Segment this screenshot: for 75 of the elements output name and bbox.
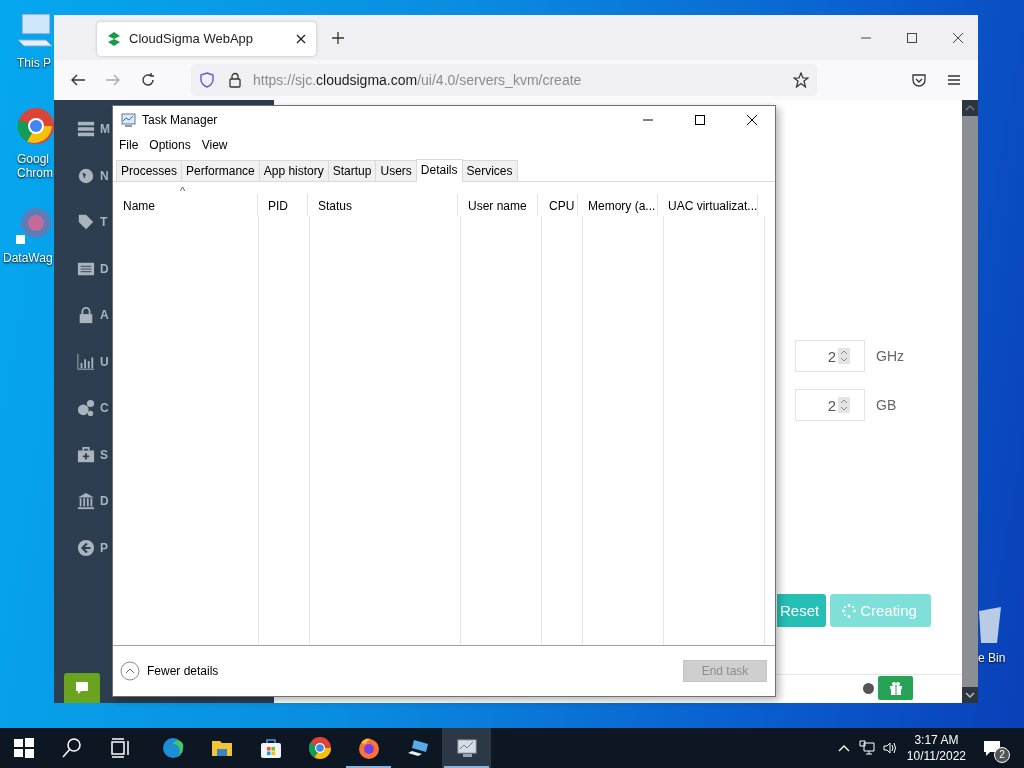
notification-badge: 2 — [994, 747, 1010, 763]
close-icon[interactable] — [952, 31, 964, 44]
scroll-down-icon[interactable] — [962, 687, 978, 703]
close-icon[interactable] — [746, 114, 758, 126]
pocket-icon[interactable] — [911, 72, 927, 88]
medkit-icon[interactable] — [77, 445, 95, 464]
desktop-icon-label[interactable]: e Bin — [978, 651, 1006, 665]
new-tab-icon[interactable] — [331, 30, 345, 45]
back-icon[interactable] — [77, 538, 95, 557]
monitor-chart-icon — [120, 112, 136, 128]
shield-icon — [199, 72, 215, 88]
window-title: Task Manager — [142, 113, 218, 127]
lock-icon[interactable] — [77, 306, 95, 325]
sidebar-item[interactable]: C — [100, 401, 109, 416]
sidebar-item[interactable]: A — [100, 308, 109, 323]
network-icon[interactable] — [858, 740, 875, 756]
spinner-arrows-icon[interactable] — [838, 348, 850, 364]
column-header[interactable]: Status — [308, 194, 458, 216]
maximize-icon[interactable] — [906, 31, 918, 44]
address-bar[interactable]: https://sjc.cloudsigma.com/ui/4.0/servers_kvm/create — [191, 64, 817, 96]
sidebar-item[interactable]: P — [100, 540, 108, 555]
scrollbar[interactable] — [962, 100, 978, 703]
menu-item[interactable]: View — [201, 138, 228, 152]
tab[interactable]: Processes — [116, 160, 183, 181]
column-header[interactable]: CPU — [538, 194, 578, 216]
tab[interactable]: Details — [415, 159, 463, 182]
lock-icon — [227, 72, 243, 88]
status-dot — [863, 682, 874, 694]
menu-icon[interactable] — [946, 72, 962, 88]
tab[interactable]: Users — [375, 160, 417, 181]
column-header[interactable]: Memory (a... — [578, 194, 658, 216]
tab[interactable]: Performance — [181, 160, 260, 181]
menu-item[interactable]: File — [119, 138, 139, 152]
number-field[interactable]: 2 — [795, 389, 865, 421]
tab[interactable]: App history — [258, 160, 329, 181]
sidebar-item[interactable]: T — [100, 215, 108, 230]
maximize-icon[interactable] — [694, 114, 706, 126]
clock[interactable]: 3:17 AM 10/11/2022 — [906, 732, 966, 764]
logo-icon — [107, 31, 121, 46]
column-header[interactable]: PID — [258, 194, 308, 216]
chat-icon — [74, 680, 90, 696]
chrome-icon[interactable] — [14, 106, 54, 146]
chat-button[interactable] — [64, 673, 100, 703]
reload-icon[interactable] — [140, 72, 156, 88]
tab[interactable]: Services — [461, 160, 518, 181]
fewer-details-link[interactable]: Fewer details — [147, 664, 219, 678]
spinner-arrows-icon[interactable] — [838, 397, 850, 413]
unit-label: GB — [876, 397, 897, 413]
bookmark-star-icon[interactable] — [793, 72, 809, 88]
sort-caret: ^ — [180, 185, 186, 197]
tag-icon[interactable] — [77, 213, 95, 232]
taskmgr-taskbar-button[interactable] — [442, 728, 491, 768]
sidebar-item[interactable]: S — [100, 447, 108, 462]
scroll-up-icon[interactable] — [962, 100, 978, 116]
collapse-icon[interactable] — [120, 661, 140, 681]
sidebar-item[interactable]: D — [100, 494, 109, 509]
menu-item[interactable]: Options — [149, 138, 191, 152]
tab[interactable]: Startup — [327, 160, 377, 181]
unit-label: GHz — [876, 348, 904, 364]
column-header[interactable]: UAC virtualizat... — [658, 194, 758, 216]
column-header[interactable]: User name — [458, 194, 538, 216]
chart-icon[interactable] — [77, 352, 95, 371]
sidebar-item[interactable]: D — [100, 261, 109, 276]
gift-icon — [888, 681, 903, 695]
gift-button[interactable] — [878, 676, 913, 700]
servers-icon[interactable] — [77, 120, 95, 139]
number-field[interactable]: 2 — [795, 340, 865, 372]
sidebar-item[interactable]: M — [100, 122, 110, 137]
back-icon[interactable] — [70, 72, 86, 88]
volume-icon[interactable] — [881, 740, 898, 756]
bank-icon[interactable] — [77, 492, 95, 511]
sidebar-item[interactable]: U — [100, 354, 109, 369]
close-icon[interactable] — [296, 33, 306, 44]
browser-tab[interactable]: CloudSigma WebApp — [97, 21, 316, 56]
sidebar-item[interactable]: N — [100, 168, 109, 183]
